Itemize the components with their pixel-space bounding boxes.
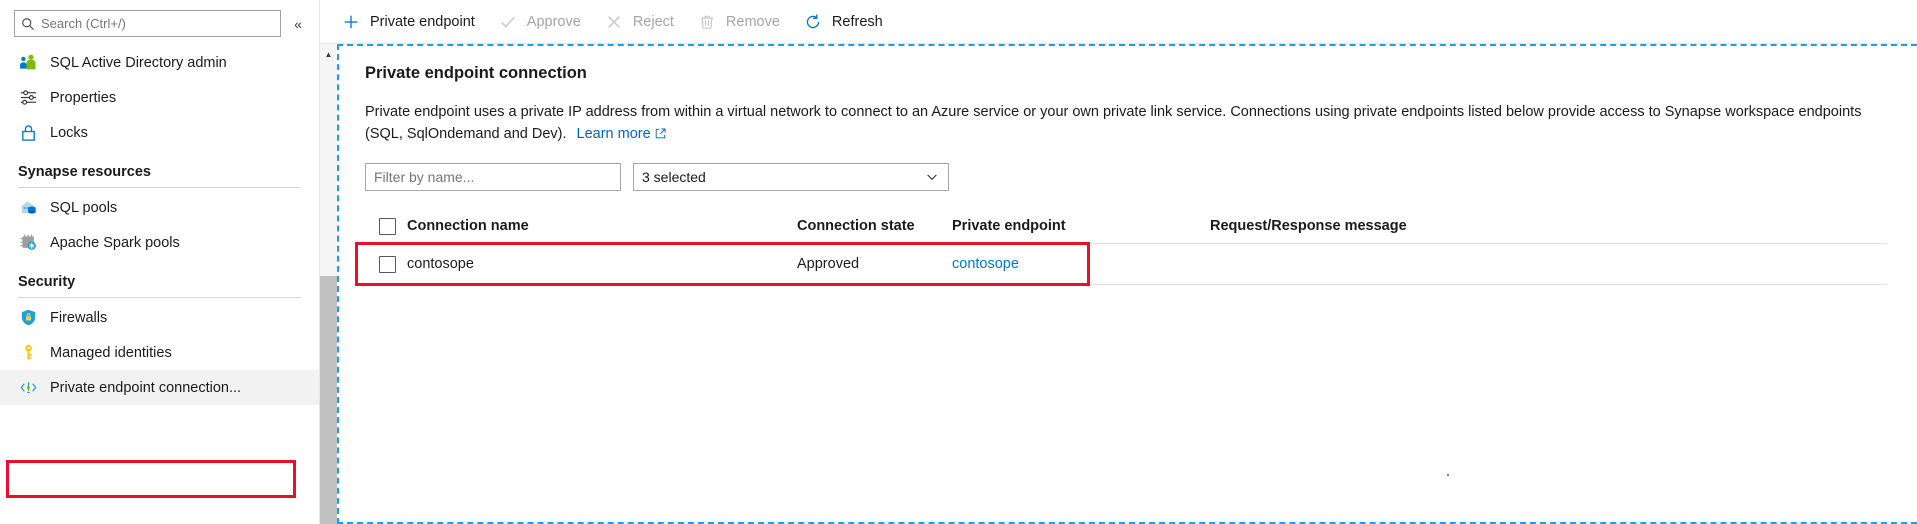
sidebar-item-label: SQL pools — [50, 200, 117, 216]
firewall-shield-icon — [18, 308, 38, 328]
column-header-private-endpoint: Private endpoint — [952, 218, 1210, 234]
key-icon — [18, 343, 38, 363]
sql-pools-icon — [18, 198, 38, 218]
decorative-dot — [1447, 474, 1449, 476]
learn-more-label: Learn more — [577, 126, 651, 142]
filter-row: 3 selected — [365, 163, 1891, 191]
approve-button[interactable]: Approve — [493, 6, 593, 38]
connection-state-dropdown[interactable]: 3 selected — [633, 163, 949, 191]
sidebar-item-private-endpoint-connections[interactable]: Private endpoint connection... — [0, 370, 319, 405]
private-endpoint-connections-table: Connection name Connection state Private… — [365, 209, 1887, 285]
sidebar-item-label: Locks — [50, 125, 88, 141]
scrollbar-thumb[interactable] — [320, 276, 337, 524]
cell-connection-state: Approved — [797, 256, 952, 272]
lock-icon — [18, 123, 38, 143]
azure-portal-screen: « SQL Active Directory admin — [0, 0, 1917, 524]
search-input[interactable] — [41, 16, 274, 31]
dropdown-selected-value: 3 selected — [642, 169, 924, 185]
x-icon — [603, 11, 625, 33]
sidebar-group-title: Synapse resources — [18, 164, 301, 187]
trash-icon — [696, 11, 718, 33]
private-endpoint-link[interactable]: contosope — [952, 256, 1019, 272]
sidebar-group-title: Security — [18, 274, 301, 297]
sidebar-group-divider — [18, 297, 301, 298]
properties-icon — [18, 88, 38, 108]
private-endpoint-icon — [18, 378, 38, 398]
select-all-cell — [365, 218, 407, 235]
external-link-icon — [655, 128, 666, 139]
check-icon — [497, 11, 519, 33]
left-navigation-panel: « SQL Active Directory admin — [0, 0, 320, 524]
sidebar-item-properties[interactable]: Properties — [0, 80, 319, 115]
toolbar-button-label: Reject — [633, 14, 674, 30]
refresh-button[interactable]: Refresh — [798, 6, 895, 38]
reject-button[interactable]: Reject — [599, 6, 686, 38]
sidebar-nav-list: SQL Active Directory admin Properties — [0, 45, 319, 405]
sidebar-item-label: Apache Spark pools — [50, 235, 180, 251]
page-title: Private endpoint connection — [365, 64, 1891, 83]
chevron-down-icon — [924, 170, 940, 184]
content-vertical-scrollbar[interactable]: ▲ — [320, 44, 337, 524]
command-toolbar: Private endpoint Approve Reject — [320, 0, 1917, 44]
toolbar-button-label: Refresh — [832, 14, 883, 30]
create-private-endpoint-button[interactable]: Private endpoint — [336, 6, 487, 38]
cell-private-endpoint: contosope — [952, 256, 1210, 272]
sidebar-search-row: « — [0, 0, 319, 45]
sidebar-item-label: Properties — [50, 90, 116, 106]
sidebar-item-sql-pools[interactable]: SQL pools — [0, 190, 319, 225]
learn-more-link[interactable]: Learn more — [577, 126, 666, 142]
sidebar-item-label: Private endpoint connection... — [50, 380, 241, 396]
column-header-connection-name: Connection name — [407, 218, 797, 234]
spark-pools-icon — [18, 233, 38, 253]
row-select-cell — [365, 256, 407, 273]
sidebar-item-label: Firewalls — [50, 310, 107, 326]
sidebar-item-label: Managed identities — [50, 345, 172, 361]
panel-description: Private endpoint uses a private IP addre… — [365, 101, 1865, 145]
sidebar-group-security: Security — [0, 260, 319, 298]
collapse-sidebar-button[interactable]: « — [285, 11, 311, 37]
toolbar-button-label: Private endpoint — [370, 14, 475, 30]
private-endpoint-connection-panel: Private endpoint connection Private endp… — [337, 44, 1917, 524]
plus-icon — [340, 11, 362, 33]
cell-connection-name: contosope — [407, 256, 797, 272]
sidebar-selection-highlight-annotation — [6, 460, 296, 498]
row-checkbox[interactable] — [379, 256, 396, 273]
sidebar-item-locks[interactable]: Locks — [0, 115, 319, 150]
sidebar-item-managed-identities[interactable]: Managed identities — [0, 335, 319, 370]
sidebar-group-divider — [18, 187, 301, 188]
right-content-pane: Private endpoint Approve Reject — [320, 0, 1917, 524]
filter-by-name-input[interactable] — [365, 163, 621, 191]
column-header-connection-state: Connection state — [797, 218, 952, 234]
sidebar-item-label: SQL Active Directory admin — [50, 55, 227, 71]
sidebar-item-firewalls[interactable]: Firewalls — [0, 300, 319, 335]
remove-button[interactable]: Remove — [692, 6, 792, 38]
table-row[interactable]: contosope Approved contosope — [365, 244, 1887, 285]
sidebar-item-sql-active-directory-admin[interactable]: SQL Active Directory admin — [0, 45, 319, 80]
sidebar-item-apache-spark-pools[interactable]: Apache Spark pools — [0, 225, 319, 260]
scroll-up-arrow-icon[interactable]: ▲ — [320, 50, 337, 60]
table-header-row: Connection name Connection state Private… — [365, 209, 1887, 244]
select-all-checkbox[interactable] — [379, 218, 396, 235]
column-header-request-response-message: Request/Response message — [1210, 218, 1887, 234]
refresh-icon — [802, 11, 824, 33]
sidebar-search-box[interactable] — [14, 10, 281, 37]
sidebar-group-synapse-resources: Synapse resources — [0, 150, 319, 188]
search-icon — [21, 17, 35, 31]
toolbar-button-label: Approve — [527, 14, 581, 30]
toolbar-button-label: Remove — [726, 14, 780, 30]
ad-admin-icon — [18, 53, 38, 73]
